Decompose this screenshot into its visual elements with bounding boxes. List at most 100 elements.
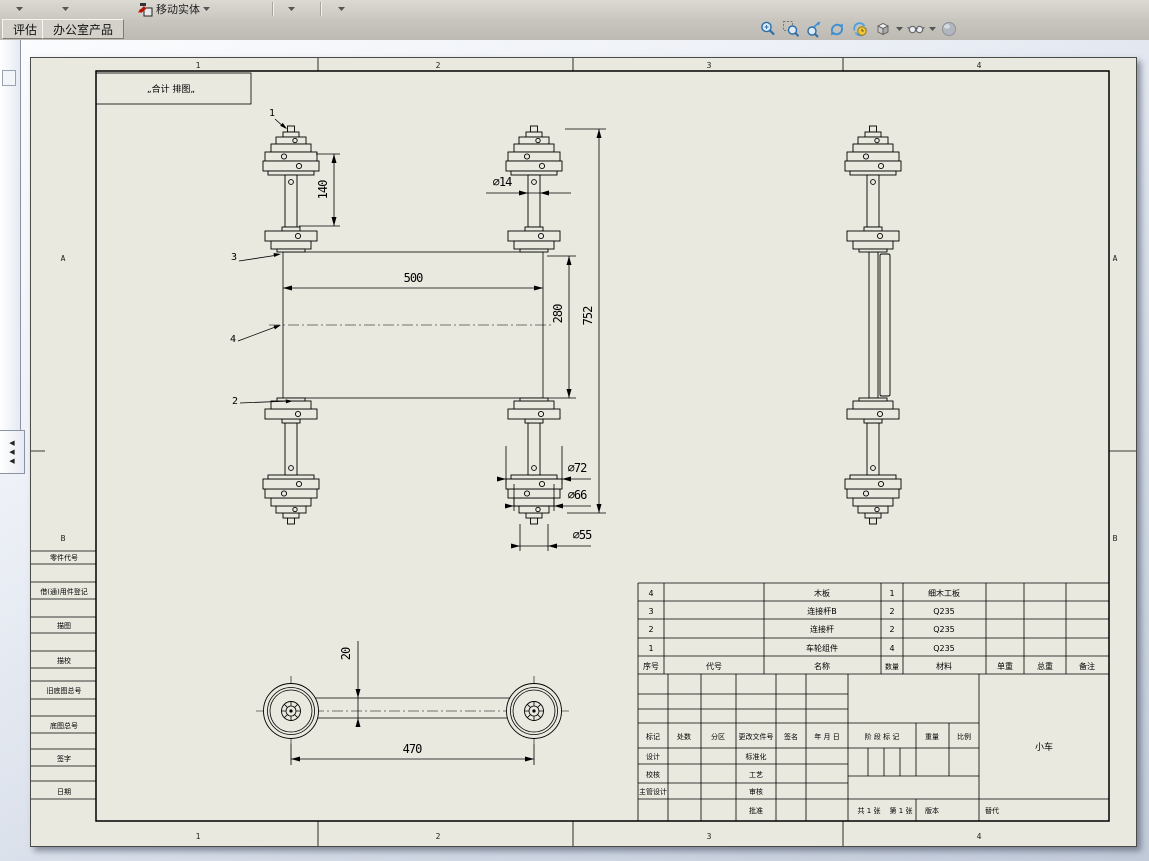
tb-label: 校核: [646, 770, 660, 779]
zone-letter: A: [1113, 254, 1118, 263]
bom-header: 代号: [706, 661, 722, 671]
commandmanager-tab-row: 评估 办公室产品: [0, 18, 1149, 41]
bom-header: 总重: [1037, 661, 1053, 671]
side-view[interactable]: [844, 125, 902, 525]
bom-cell: 4: [648, 589, 653, 598]
display-style-button[interactable]: [906, 19, 926, 39]
zone-letter: B: [61, 534, 66, 543]
panel-splitter-tab[interactable]: ◀ ◀ ◀: [0, 430, 25, 474]
bom-header: 备注: [1079, 661, 1095, 671]
tb-scale: 比例: [957, 732, 971, 741]
bom-cell: Q235: [933, 625, 955, 634]
graphics-area[interactable]: ◀ ◀ ◀ 1 2 3 4 1 2 3 4 A B A B „合计 排图„ 14…: [0, 40, 1149, 861]
bom-header: 单重: [997, 661, 1013, 671]
tb-label: 主管设计: [639, 787, 667, 796]
bottom-view[interactable]: [256, 676, 569, 746]
chevron-down-icon: [338, 7, 345, 11]
tb-sheets-total: 共 1 张: [858, 806, 881, 815]
bom-header: 名称: [814, 661, 830, 671]
zone-letter: A: [61, 254, 66, 263]
previous-view-button[interactable]: [827, 19, 847, 39]
dim-140: 140: [316, 180, 330, 199]
zone-number: 1: [196, 832, 201, 841]
zone-number: 4: [977, 61, 982, 70]
move-entity-icon: [138, 2, 153, 16]
margin-label: 日期: [57, 788, 71, 796]
bom-cell: 细木工板: [928, 588, 960, 598]
tb-sheet-no: 第 1 张: [890, 806, 913, 815]
bom-cell: 4: [889, 644, 894, 653]
tb-label: 标准化: [746, 752, 767, 761]
zoom-in-out-icon: [807, 21, 821, 38]
bom-cell: 连接杆B: [807, 606, 837, 616]
splitter-arrow-icon: ◀: [9, 457, 15, 465]
tb-weight: 重量: [925, 733, 939, 741]
view-orientation-button[interactable]: [873, 19, 893, 39]
bom-cell: 1: [889, 589, 894, 598]
dim-dia66: ∅66: [568, 488, 587, 502]
zone-number: 3: [707, 61, 712, 70]
ribbon-dropdown-3[interactable]: [288, 1, 295, 17]
collapsed-feature-panel[interactable]: [0, 40, 21, 430]
sheet-note: „合计 排图„: [95, 72, 252, 105]
bom-cell: Q235: [933, 607, 955, 616]
move-entity-button[interactable]: 移动实体: [138, 1, 210, 17]
dim-280: 280: [551, 304, 565, 323]
ribbon-dropdown-2[interactable]: [62, 1, 69, 17]
tb-substitute: 替代: [985, 806, 999, 815]
splitter-arrow-icon: ◀: [9, 439, 15, 447]
zoom-to-fit-button[interactable]: [758, 19, 778, 39]
front-view[interactable]: [262, 125, 563, 525]
bom-header: 材料: [936, 661, 952, 671]
feature-tree-collapsed-icon[interactable]: [2, 70, 16, 86]
bom-table: 4 木板 1 细木工板 3 连接杆B 2 Q235 2 连接杆 2 Q235 1: [637, 582, 1109, 821]
margin-label: 签字: [57, 754, 71, 763]
bom-header: 序号: [643, 661, 659, 671]
tb-header: 标记: [646, 732, 660, 741]
bom-cell: 木板: [814, 588, 830, 598]
tab-office-products[interactable]: 办公室产品: [42, 19, 125, 39]
view-toolbar: [758, 19, 959, 39]
zoom-to-area-button[interactable]: [781, 19, 801, 39]
dim-20: 20: [339, 647, 353, 660]
previous-view-icon: [830, 23, 844, 36]
title-block: 标记 处数 分区 更改文件号 签名 年 月 日 设计 标准化 校核 工艺 主管设…: [638, 674, 1109, 821]
3d-drawing-view-button[interactable]: [850, 19, 870, 39]
tb-version: 版本: [925, 806, 939, 815]
sheet-frame: 1 2 3 4 1 2 3 4 A B A B: [31, 58, 1136, 846]
dim-752: 752: [581, 306, 595, 325]
tb-header: 处数: [677, 732, 691, 741]
ribbon-dropdown-1[interactable]: [16, 1, 23, 17]
dim-dia55: ∅55: [573, 528, 592, 542]
view-orientation-cube-icon: [877, 23, 889, 36]
dim-dia14: ∅14: [493, 175, 512, 189]
zone-number: 3: [707, 832, 712, 841]
tb-header: 年 月 日: [814, 732, 839, 741]
ribbon-dropdown-4[interactable]: [338, 1, 345, 17]
tab-office-products-label: 办公室产品: [53, 22, 114, 37]
view-orientation-dropdown[interactable]: [896, 27, 903, 31]
dim-dia72: ∅72: [568, 461, 587, 475]
dim-470: 470: [403, 742, 422, 756]
drawing-title: 小车: [1035, 741, 1053, 753]
balloon-2: 2: [232, 396, 238, 407]
margin-label: 旧底图总号: [47, 686, 82, 695]
zoom-in-out-button[interactable]: [804, 19, 824, 39]
margin-label: 描图: [57, 621, 71, 630]
tb-label: 设计: [646, 752, 660, 761]
zone-letter: B: [1113, 534, 1118, 543]
bom-cell: 车轮组件: [806, 643, 838, 653]
drawing-sheet[interactable]: 1 2 3 4 1 2 3 4 A B A B „合计 排图„ 140 ∅14 …: [30, 57, 1137, 847]
appearances-button[interactable]: [939, 19, 959, 39]
margin-table: 零件代号 借(通)用件登记 描图 描校 旧底图总号 底图总号 签字 日期: [31, 550, 96, 800]
zoom-to-fit-icon: [761, 21, 775, 36]
solidworks-window: 移动实体 评估 办公室产品 ◀ ◀ ◀ 1 2 3 4 1 2 3 4 A B …: [0, 0, 1149, 861]
chevron-down-icon: [16, 7, 23, 11]
display-style-dropdown[interactable]: [929, 27, 936, 31]
bom-cell: 2: [889, 625, 894, 634]
dimensions[interactable]: 140 ∅14 500 280 752 ∅72 ∅66 ∅55 20 470: [283, 128, 606, 765]
zone-number: 2: [436, 832, 441, 841]
tb-label: 批准: [749, 806, 763, 815]
bom-cell: Q235: [933, 644, 955, 653]
margin-label: 底图总号: [50, 721, 78, 730]
